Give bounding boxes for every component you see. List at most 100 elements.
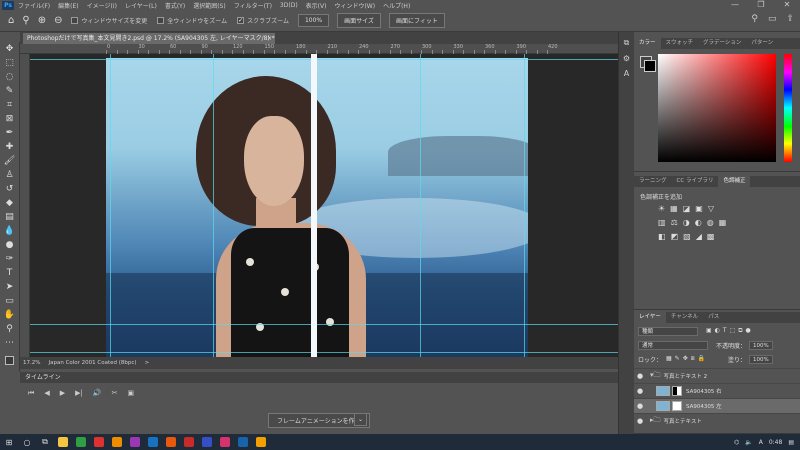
history-icon[interactable]: ⧉ [624,38,630,48]
visibility-eye-icon[interactable]: ● [634,417,646,425]
notification-icon[interactable]: ▤ [788,439,794,446]
layer-filter-icons[interactable]: ▣◐T⬚⧉● [706,327,754,335]
type-tool-icon[interactable]: T [2,266,18,280]
vertical-ruler[interactable] [20,54,30,357]
horizontal-ruler[interactable]: 0 30 60 90 120 150 180 210 240 270 300 330 360 390 420 [20,44,618,54]
healing-tool-icon[interactable]: ✚ [2,140,18,154]
brush-tool-icon[interactable]: 🖌 [2,154,18,168]
selective-color-icon[interactable]: ▩ [707,232,715,241]
layer-item-selected[interactable]: ● SA904305 左 [634,398,800,413]
shape-tool-icon[interactable]: ▭ [2,294,18,308]
gradient-tool-icon[interactable]: ▤ [2,210,18,224]
move-tool-icon[interactable]: ✥ [2,42,18,56]
chrome-app-icon[interactable] [94,437,104,447]
threshold-icon[interactable]: ▧ [683,232,691,241]
curves-icon[interactable]: ◪ [683,204,691,213]
layer-item[interactable]: ● SA904305 右 [634,383,800,398]
properties-icon[interactable]: ⚙ [623,54,630,63]
app-icon[interactable] [76,437,86,447]
share-icon[interactable]: ⇪ [786,14,794,24]
quick-select-tool-icon[interactable]: ✎ [2,84,18,98]
eyedropper-tool-icon[interactable]: ✒ [2,126,18,140]
app-icon[interactable] [130,437,140,447]
zoom-tool-active-icon[interactable]: ⚲ [2,322,18,336]
app-icon[interactable] [220,437,230,447]
tab-color[interactable]: カラー [634,38,661,49]
photoshop-app-icon[interactable] [148,437,158,447]
eraser-tool-icon[interactable]: ◆ [2,196,18,210]
blur-tool-icon[interactable]: 💧 [2,224,18,238]
zoom-tool-icon[interactable]: ⚲ [22,15,29,26]
app-icon[interactable] [184,437,194,447]
canvas-area[interactable] [30,54,618,357]
exposure-icon[interactable]: ▣ [695,204,703,213]
fit-screen-button[interactable]: 画面サイズ [337,13,381,28]
menu-select[interactable]: 選択範囲(S) [189,1,230,10]
guide-horizontal[interactable] [30,59,618,60]
path-select-tool-icon[interactable]: ➤ [2,280,18,294]
tab-paths[interactable]: パス [703,312,724,323]
scrubby-zoom-checkbox[interactable]: ✓ スクラブズーム [237,16,289,25]
history-brush-icon[interactable]: ↺ [2,182,18,196]
lock-icons[interactable]: ▦✎✥⧈🔒 [666,355,708,363]
status-arrow[interactable]: > [145,360,150,366]
menu-layer[interactable]: レイヤー(L) [121,1,161,10]
tab-patterns[interactable]: パターン [746,38,778,49]
layer-kind-select[interactable]: 種類 [638,326,698,336]
channel-mixer-icon[interactable]: ◍ [707,218,714,227]
fill-screen-button[interactable]: 画面にフィット [388,13,445,28]
guide-horizontal[interactable] [30,352,618,353]
play-icon[interactable]: ▶ [60,389,65,398]
lasso-tool-icon[interactable]: ◌ [2,70,18,84]
character-icon[interactable]: A [624,69,629,78]
audio-icon[interactable]: 🔊 [93,389,102,398]
color-picker-field[interactable] [658,54,776,162]
tab-cc-libraries[interactable]: CC ライブラリ [672,176,719,187]
photo-filter-icon[interactable]: ◐ [695,218,702,227]
document-tab[interactable]: Photoshopだけで写真集_本文見開き2.psd @ 17.2% (SA90… [23,33,275,44]
home-icon[interactable]: ⌂ [8,15,14,26]
menu-window[interactable]: ウィンドウ(W) [330,1,379,10]
layer-group[interactable]: ● ▾🗀 写真とテキスト 2 [634,368,800,383]
app-icon[interactable] [202,437,212,447]
black-white-icon[interactable]: ◑ [683,218,690,227]
split-icon[interactable]: ✂ [112,389,118,398]
hue-saturation-icon[interactable]: ▥ [658,218,666,227]
tab-adjustments[interactable]: 色調補正 [718,176,751,187]
app-icon[interactable] [166,437,176,447]
tab-swatches[interactable]: スウォッチ [661,38,699,49]
hand-tool-icon[interactable]: ✋ [2,308,18,322]
app-icon[interactable] [112,437,122,447]
ime-indicator[interactable]: A [759,439,763,446]
clock[interactable]: 0:48 [769,439,782,446]
zoom-out-icon[interactable]: ⊖ [54,15,62,26]
menu-help[interactable]: ヘルプ(H) [379,1,414,10]
timeline-title[interactable]: タイムライン [25,374,61,381]
foreground-color-swatch[interactable] [5,356,14,365]
gradient-map-icon[interactable]: ◢ [696,232,702,241]
prev-frame-icon[interactable]: ◀ [44,389,49,398]
vibrance-icon[interactable]: ▽ [708,204,714,213]
tab-channels[interactable]: チャンネル [666,312,703,323]
menu-image[interactable]: イメージ(I) [83,1,121,10]
transition-icon[interactable]: ▣ [127,389,134,398]
frame-tool-icon[interactable]: ⊠ [2,112,18,126]
dodge-tool-icon[interactable]: ● [2,238,18,252]
visibility-eye-icon[interactable]: ● [634,387,646,395]
levels-icon[interactable]: ▦ [670,204,678,213]
menu-edit[interactable]: 編集(E) [54,1,82,10]
stamp-tool-icon[interactable]: ♙ [2,168,18,182]
tab-learning[interactable]: ラーニング [634,176,672,187]
visibility-eye-icon[interactable]: ● [634,372,646,380]
workspace-icon[interactable]: ▭ [768,14,777,24]
opacity-field[interactable]: 100% [749,340,773,350]
app-icon[interactable] [238,437,248,447]
pen-tool-icon[interactable]: ✑ [2,252,18,266]
more-tools-icon[interactable]: ⋯ [2,336,18,350]
crop-tool-icon[interactable]: ⌗ [2,98,18,112]
maximize-button[interactable]: ❐ [748,0,774,10]
fill-field[interactable]: 100% [749,354,773,364]
marquee-tool-icon[interactable]: ⬚ [2,56,18,70]
guide-vertical[interactable] [420,54,421,357]
visibility-eye-icon[interactable]: ● [634,402,646,410]
